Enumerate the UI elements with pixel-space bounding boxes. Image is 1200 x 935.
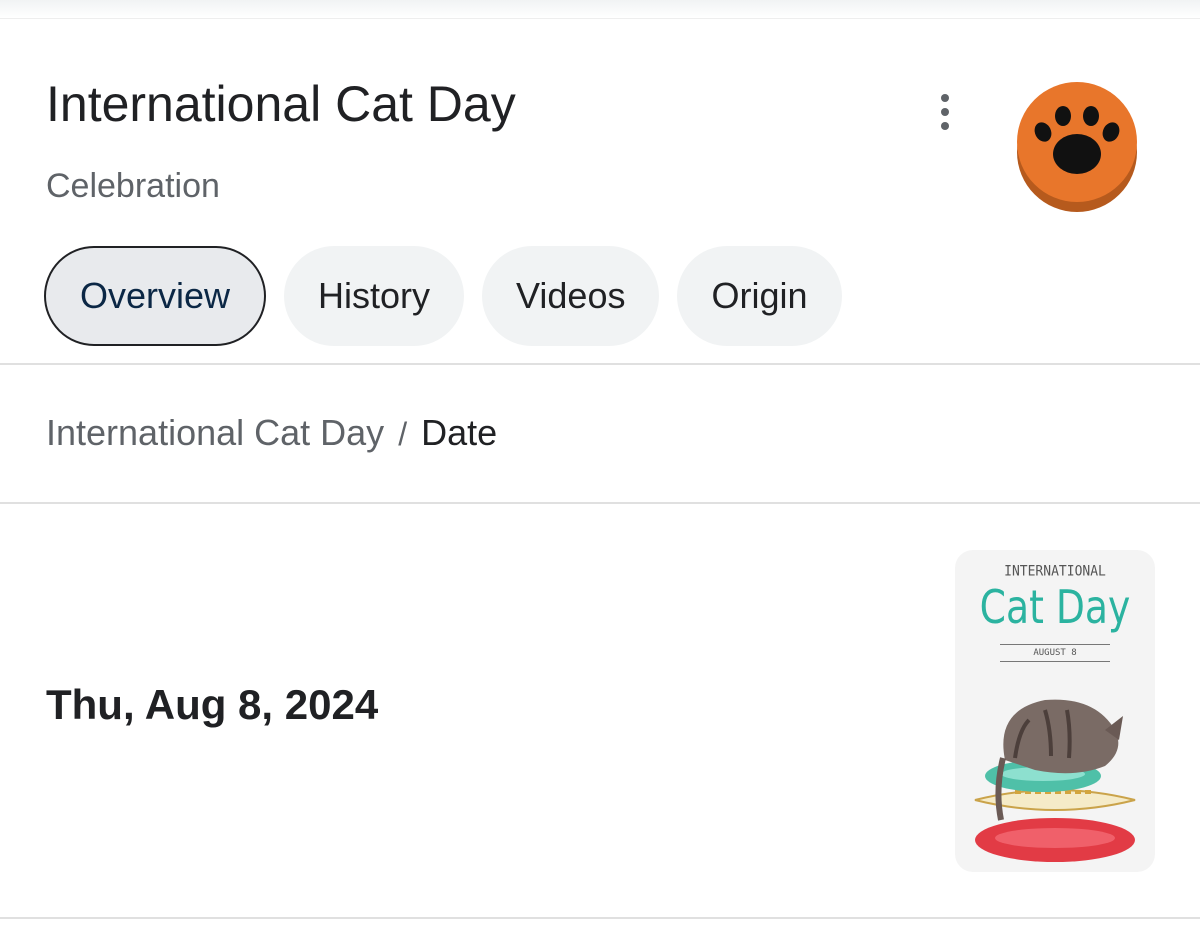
poster-banner: AUGUST 8 (1000, 644, 1110, 662)
more-vert-icon-dot (941, 108, 949, 116)
tab-overview[interactable]: Overview (44, 246, 267, 346)
cat-on-pillows-illustration (974, 699, 1136, 862)
tab-bar: Overview History Videos Origin (44, 246, 842, 346)
tab-videos[interactable]: Videos (482, 246, 660, 346)
more-vert-icon-dot (941, 122, 949, 130)
tab-origin[interactable]: Origin (677, 246, 842, 346)
tab-history[interactable]: History (284, 246, 465, 346)
top-edge (0, 0, 1200, 19)
event-poster-image[interactable]: INTERNATIONAL Cat Day AUGUST 8 (955, 550, 1155, 872)
breadcrumb: International Cat Day / Date (46, 410, 497, 457)
knowledge-panel: International Cat Day Celebration Overvi… (0, 0, 1200, 935)
more-options-button[interactable] (920, 84, 970, 140)
more-vert-icon (941, 94, 949, 102)
divider (0, 917, 1200, 919)
breadcrumb-parent[interactable]: International Cat Day (46, 412, 384, 453)
poster-top-text: INTERNATIONAL (1004, 563, 1106, 580)
event-date: Thu, Aug 8, 2024 (46, 681, 379, 728)
divider (0, 502, 1200, 504)
paw-print-icon (1017, 82, 1137, 212)
divider (0, 363, 1200, 365)
page-title: International Cat Day (46, 76, 516, 132)
entity-subtitle: Celebration (46, 167, 220, 205)
breadcrumb-current: Date (421, 412, 498, 453)
poster-main-text: Cat Day (979, 580, 1131, 634)
breadcrumb-separator: / (398, 416, 408, 452)
